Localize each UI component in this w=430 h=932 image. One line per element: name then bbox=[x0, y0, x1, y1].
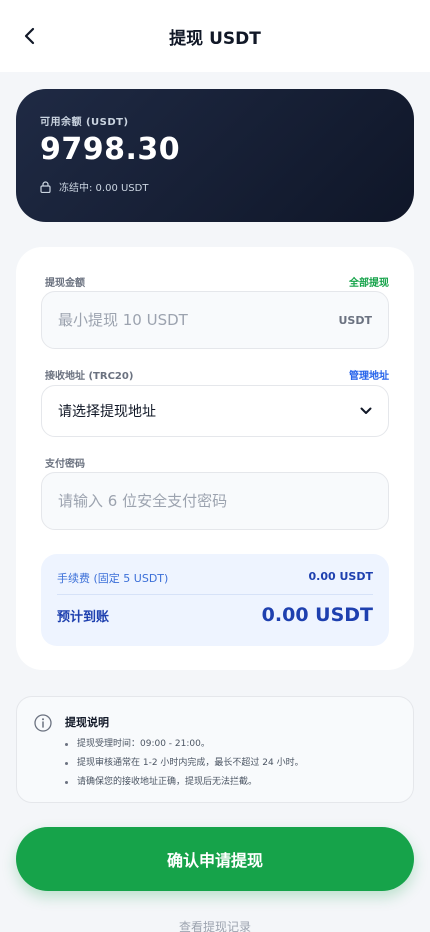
password-label: 支付密码 bbox=[45, 459, 85, 470]
notes-title: 提现说明 bbox=[65, 716, 109, 729]
fee-row: 手续费 (固定 5 USDT) 0.00 USDT bbox=[57, 570, 373, 586]
address-label: 接收地址 (TRC20) bbox=[45, 371, 134, 382]
manage-address-link[interactable]: 管理地址 bbox=[349, 367, 389, 382]
password-input[interactable] bbox=[58, 492, 372, 510]
notes-list: 提现受理时间：09:00 - 21:00。 提现审核通常在 1-2 小时内完成，… bbox=[65, 735, 304, 792]
fee-label: 手续费 (固定 5 USDT) bbox=[57, 572, 169, 585]
eta-value: 0.00 USDT bbox=[261, 604, 373, 626]
lock-icon bbox=[40, 180, 51, 193]
chevron-down-icon bbox=[360, 407, 372, 414]
page-title: 提现 USDT bbox=[169, 29, 261, 49]
fee-divider bbox=[57, 594, 373, 595]
list-item: 请确保您的接收地址正确，提现后无法拦截。 bbox=[65, 773, 304, 792]
list-item: 提现审核通常在 1-2 小时内完成，最长不超过 24 小时。 bbox=[65, 754, 304, 773]
balance-card: 可用余额 (USDT) 9798.30 冻结中: 0.00 USDT bbox=[16, 89, 414, 222]
withdraw-notes: 提现说明 提现受理时间：09:00 - 21:00。 提现审核通常在 1-2 小… bbox=[16, 696, 414, 803]
amount-label: 提现金额 bbox=[45, 278, 85, 289]
withdraw-all-link[interactable]: 全部提现 bbox=[349, 274, 389, 289]
info-icon bbox=[34, 714, 52, 732]
list-item: 提现受理时间：09:00 - 21:00。 bbox=[65, 735, 304, 754]
amount-unit: USDT bbox=[338, 313, 373, 327]
frozen-text: 冻结中: 0.00 USDT bbox=[59, 183, 149, 194]
eta-label: 预计到账 bbox=[57, 609, 110, 625]
balance-label: 可用余额 (USDT) bbox=[40, 117, 129, 128]
frozen-balance: 冻结中: 0.00 USDT bbox=[40, 179, 390, 194]
address-selected: 请选择提现地址 bbox=[58, 404, 156, 420]
submit-withdraw-button[interactable]: 确认申请提现 bbox=[16, 827, 414, 891]
withdraw-form: 提现金额 全部提现 USDT 接收地址 (TRC20) 管理地址 请选择提现地址… bbox=[16, 247, 414, 670]
fee-summary: 手续费 (固定 5 USDT) 0.00 USDT 预计到账 0.00 USDT bbox=[41, 554, 389, 646]
top-bar: 提现 USDT bbox=[0, 0, 430, 72]
amount-input[interactable] bbox=[58, 311, 339, 329]
password-field bbox=[41, 472, 389, 530]
balance-amount: 9798.30 bbox=[40, 132, 181, 167]
withdraw-history-link[interactable]: 查看提现记录 bbox=[0, 918, 430, 932]
fee-value: 0.00 USDT bbox=[308, 570, 373, 583]
address-select[interactable]: 请选择提现地址 bbox=[41, 385, 389, 437]
eta-row: 预计到账 0.00 USDT bbox=[57, 604, 373, 626]
amount-field: USDT bbox=[41, 291, 389, 349]
